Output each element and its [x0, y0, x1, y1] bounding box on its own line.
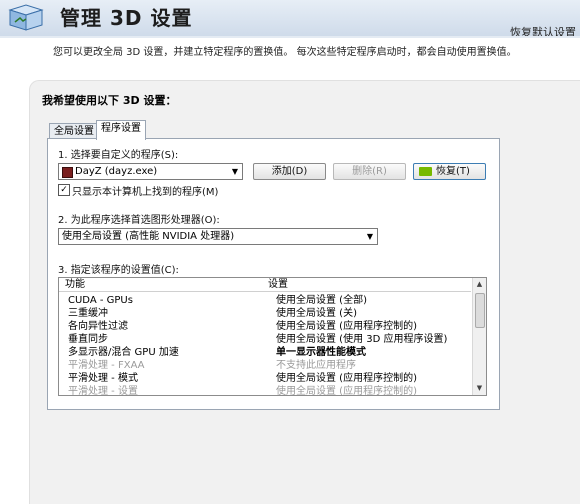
table-row[interactable]: 多显示器/混合 GPU 加速 单一显示器性能模式 [59, 346, 471, 359]
3d-cube-logo-icon [4, 2, 48, 32]
tab-program-settings[interactable]: 程序设置 [96, 120, 146, 140]
setting-cell: 不支持此应用程序 [276, 360, 356, 371]
feature-cell: 平滑处理 - 设置 [68, 386, 138, 396]
table-row[interactable]: 三重缓冲 使用全局设置 (关) [59, 307, 471, 320]
column-header-setting: 设置 [268, 279, 288, 290]
table-row[interactable]: 平滑处理 - 模式 使用全局设置 (应用程序控制的) [59, 372, 471, 385]
header-divider [0, 36, 580, 38]
setting-cell: 使用全局设置 (关) [276, 308, 357, 319]
program-settings-label: 3. 指定该程序的设置值(C): [58, 265, 179, 276]
setting-cell: 使用全局设置 (应用程序控制的) [276, 373, 417, 384]
select-program-label: 1. 选择要自定义的程序(S): [58, 150, 179, 161]
setting-cell: 使用全局设置 (应用程序控制的) [276, 386, 417, 396]
feature-cell: CUDA - GPUs [68, 295, 133, 306]
scrollbar-thumb[interactable] [475, 293, 485, 328]
program-select-value: DayZ (dayz.exe) [75, 166, 158, 177]
table-row[interactable]: 平滑处理 - 设置 使用全局设置 (应用程序控制的) [59, 385, 471, 396]
show-only-found-label: 只显示本计算机上找到的程序(M) [72, 187, 219, 198]
remove-program-button[interactable]: 删除(R) [333, 163, 406, 180]
settings-table: 功能 设置 CUDA - GPUs 使用全局设置 (全部) 三重缓冲 使用全局设… [58, 277, 487, 396]
feature-cell: 平滑处理 - FXAA [68, 360, 145, 371]
feature-cell: 垂直同步 [68, 334, 108, 345]
restore-program-button[interactable]: 恢复(T) [413, 163, 486, 180]
scroll-up-icon[interactable]: ▲ [473, 278, 486, 291]
add-program-button[interactable]: 添加(D) [253, 163, 326, 180]
chevron-down-icon: ▼ [231, 167, 238, 176]
dayz-app-icon [62, 167, 73, 178]
scroll-down-icon[interactable]: ▼ [473, 382, 486, 395]
table-scrollbar[interactable]: ▲ ▼ [472, 278, 486, 395]
table-row[interactable]: 垂直同步 使用全局设置 (使用 3D 应用程序设置) [59, 333, 471, 346]
feature-cell: 三重缓冲 [68, 308, 108, 319]
table-row[interactable]: 各向异性过滤 使用全局设置 (应用程序控制的) [59, 320, 471, 333]
tab-global-settings[interactable]: 全局设置 [49, 123, 99, 139]
graphics-processor-select[interactable]: 使用全局设置 (高性能 NVIDIA 处理器) ▼ [58, 228, 378, 245]
table-row[interactable]: 平滑处理 - FXAA 不支持此应用程序 [59, 359, 471, 372]
setting-cell: 单一显示器性能模式 [276, 347, 366, 358]
column-header-feature: 功能 [65, 279, 85, 290]
feature-cell: 各向异性过滤 [68, 321, 128, 332]
setting-cell: 使用全局设置 (应用程序控制的) [276, 321, 417, 332]
restore-program-button-label: 恢复(T) [436, 166, 470, 177]
show-only-found-checkbox[interactable]: ✓ [58, 184, 70, 196]
setting-cell: 使用全局设置 (使用 3D 应用程序设置) [276, 334, 448, 345]
feature-cell: 平滑处理 - 模式 [68, 373, 138, 384]
chevron-down-icon: ▼ [366, 232, 373, 241]
graphics-processor-value: 使用全局设置 (高性能 NVIDIA 处理器) [62, 231, 235, 242]
section-title: 我希望使用以下 3D 设置： [42, 94, 177, 107]
setting-cell: 使用全局设置 (全部) [276, 295, 367, 306]
table-header: 功能 设置 [59, 278, 471, 292]
program-select[interactable]: DayZ (dayz.exe) ▼ [58, 163, 243, 180]
page-description: 您可以更改全局 3D 设置，并建立特定程序的置换值。 每次这些特定程序启动时，都… [53, 47, 517, 58]
table-row[interactable]: CUDA - GPUs 使用全局设置 (全部) [59, 294, 471, 307]
graphics-processor-label: 2. 为此程序选择首选图形处理器(O): [58, 215, 220, 226]
feature-cell: 多显示器/混合 GPU 加速 [68, 347, 179, 358]
nvidia-logo-icon [419, 167, 432, 176]
page-title: 管理 3D 设置 [60, 6, 193, 30]
